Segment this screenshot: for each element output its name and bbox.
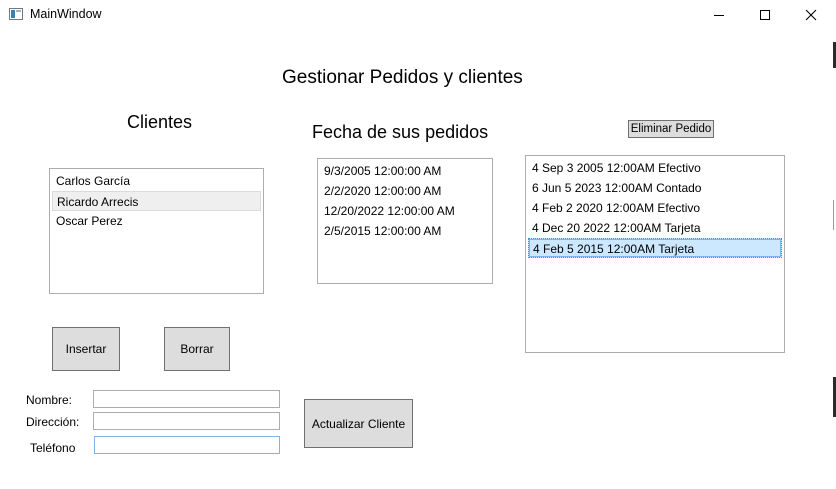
- phone-label: Teléfono: [30, 441, 76, 455]
- order-date-item[interactable]: 9/3/2005 12:00:00 AM: [324, 161, 441, 181]
- delete-order-button[interactable]: Eliminar Pedido: [628, 120, 714, 138]
- order-item[interactable]: 4 Sep 3 2005 12:00AM Efectivo: [532, 158, 701, 178]
- address-field[interactable]: [93, 412, 280, 430]
- page-title: Gestionar Pedidos y clientes: [282, 67, 523, 88]
- maximize-button[interactable]: [742, 0, 788, 30]
- order-item[interactable]: 4 Feb 2 2020 12:00AM Efectivo: [532, 198, 700, 218]
- minimize-icon: [714, 15, 724, 16]
- order-date-item[interactable]: 12/20/2022 12:00:00 AM: [324, 201, 455, 221]
- list-item-label: 4 Feb 5 2015 12:00AM Tarjeta: [533, 242, 695, 256]
- maximize-icon: [760, 10, 770, 20]
- client-item-carlos[interactable]: Carlos García: [52, 171, 261, 191]
- orders-list[interactable]: 4 Sep 3 2005 12:00AM Efectivo 6 Jun 5 20…: [525, 155, 785, 353]
- order-item[interactable]: 4 Dec 20 2022 12:00AM Tarjeta: [532, 218, 701, 238]
- window-title: MainWindow: [30, 7, 102, 21]
- phone-field[interactable]: [94, 436, 280, 454]
- list-item-label: Ricardo Arrecis: [57, 195, 139, 209]
- app-icon: [9, 8, 23, 20]
- address-label: Dirección:: [26, 415, 80, 429]
- client-item-ricardo[interactable]: Ricardo Arrecis: [52, 191, 261, 211]
- clients-heading: Clientes: [127, 112, 193, 132]
- order-date-item[interactable]: 2/2/2020 12:00:00 AM: [324, 181, 441, 201]
- clients-list[interactable]: Carlos García Ricardo Arrecis Oscar Pere…: [49, 168, 264, 294]
- name-field[interactable]: [93, 390, 280, 408]
- order-item-selected[interactable]: 4 Feb 5 2015 12:00AM Tarjeta: [528, 238, 782, 258]
- list-item-label: Oscar Perez: [56, 214, 123, 228]
- minimize-button[interactable]: [696, 0, 742, 30]
- name-label: Nombre:: [26, 393, 73, 407]
- close-button[interactable]: [788, 0, 834, 30]
- order-dates-list[interactable]: 9/3/2005 12:00:00 AM 2/2/2020 12:00:00 A…: [317, 158, 493, 284]
- window-edge: [833, 200, 834, 230]
- list-item-label: Carlos García: [56, 174, 131, 188]
- order-date-item[interactable]: 2/5/2015 12:00:00 AM: [324, 221, 441, 241]
- client-item-oscar[interactable]: Oscar Perez: [52, 211, 261, 231]
- delete-client-button[interactable]: Borrar: [164, 327, 230, 371]
- orders-heading: Fecha de sus pedidos: [312, 122, 489, 142]
- insert-button[interactable]: Insertar: [52, 327, 120, 371]
- order-item[interactable]: 6 Jun 5 2023 12:00AM Contado: [532, 178, 701, 198]
- update-client-button[interactable]: Actualizar Cliente: [304, 399, 413, 448]
- close-icon: [805, 9, 817, 21]
